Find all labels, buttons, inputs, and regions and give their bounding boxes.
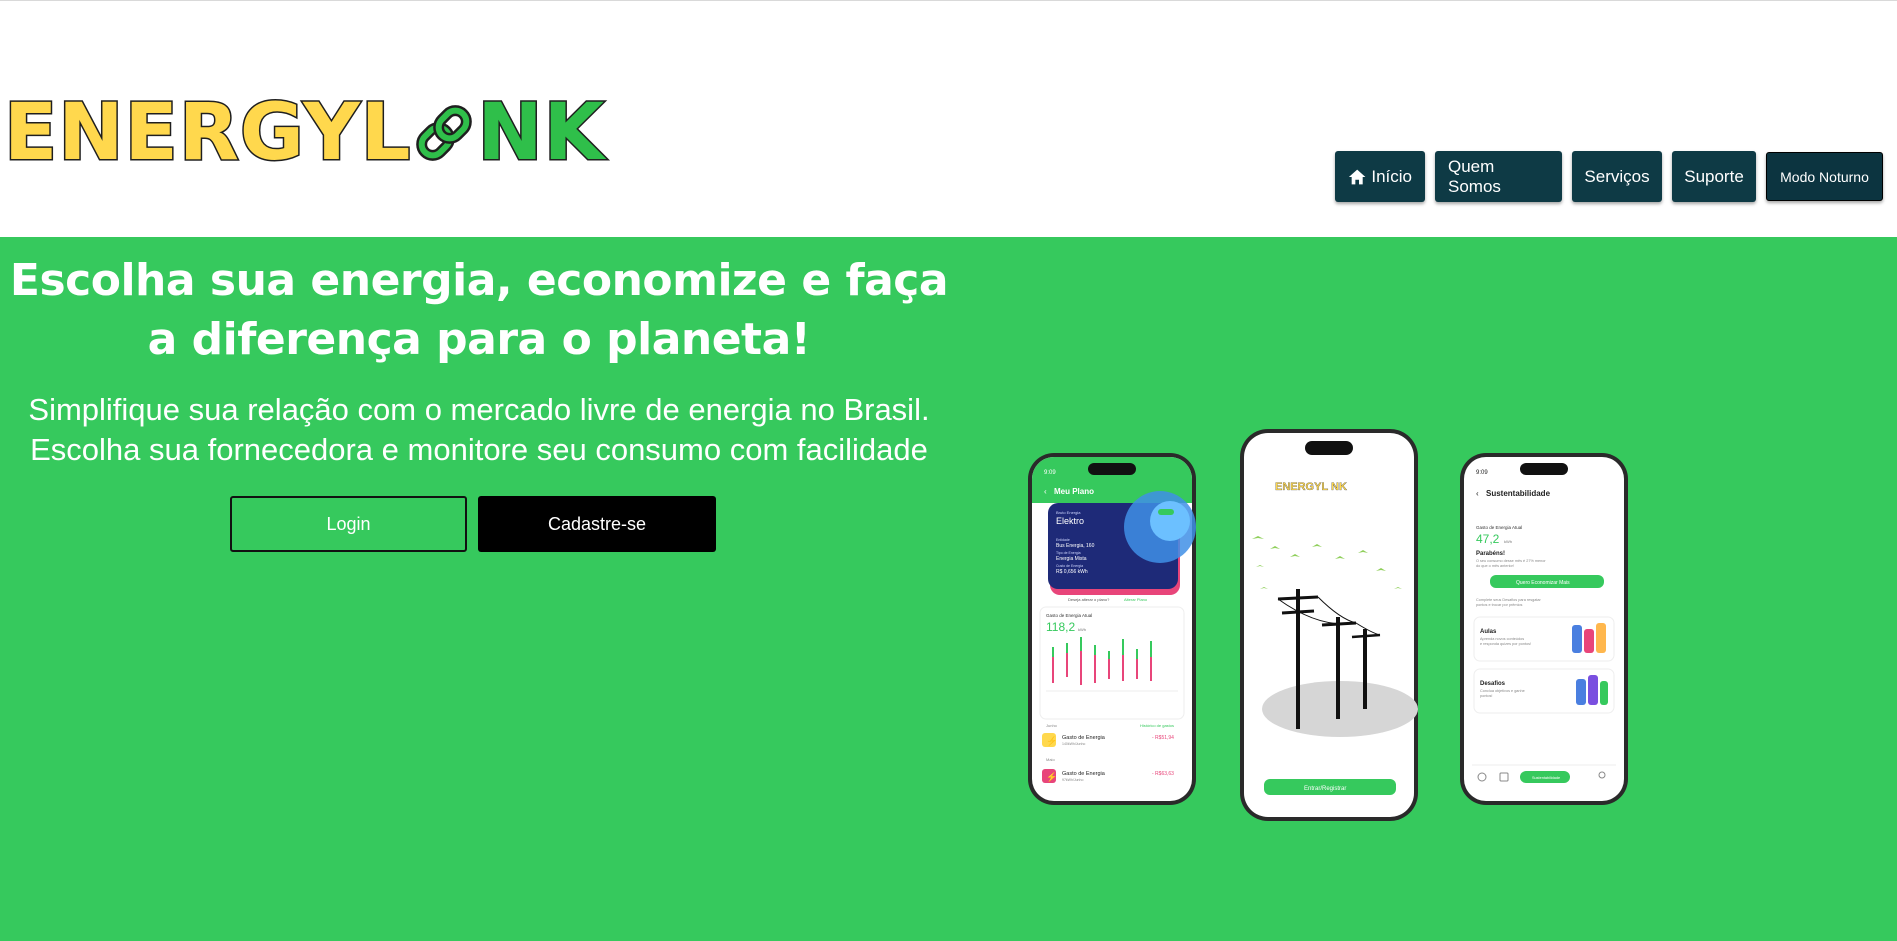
- hero-subtitle-line2: Escolha sua fornecedora e monitore seu c…: [30, 432, 928, 467]
- left-card-l3-label: Custo de Energia: [1056, 564, 1083, 568]
- phone-right: 9:09 ‹ Sustentabilidade Gasto de Energia…: [1460, 453, 1628, 805]
- left-usage-unit: kWh: [1078, 627, 1086, 632]
- logo-text-nk: NK: [476, 88, 606, 178]
- left-header: Meu Plano: [1054, 487, 1094, 496]
- left-card-l2: Energia Mista: [1056, 556, 1087, 562]
- left-change-plan-link[interactable]: Alterar Plano: [1124, 597, 1148, 602]
- left-item1-sub: 140kWh/Junho: [1062, 742, 1085, 746]
- left-history-link[interactable]: Histórico de gastos: [1140, 723, 1174, 728]
- left-card-l2-label: Tipo de Energia: [1056, 551, 1081, 555]
- phone-left: 9:09 ‹ Meu Plano Bruto Energia Elektro E…: [1028, 453, 1196, 805]
- login-button[interactable]: Login: [230, 496, 467, 552]
- dark-mode-button[interactable]: Modo Noturno: [1766, 152, 1883, 201]
- phone-center: ENERGYL NK Entrar/Registrar: [1240, 429, 1418, 821]
- left-item2-title: Gasto de Energia: [1062, 771, 1106, 777]
- nav-suporte-button[interactable]: Suporte: [1672, 151, 1756, 202]
- logo-text-energy: ENERGYL: [2, 88, 412, 178]
- phones-illustration: 9:09 ‹ Meu Plano Bruto Energia Elektro E…: [1028, 429, 1628, 821]
- left-card-label: Bruto Energia: [1056, 510, 1081, 515]
- left-card-l1: Bus Energia, 160: [1056, 543, 1095, 549]
- right-card2-text1: Conclua objetivos e ganhe: [1480, 689, 1525, 693]
- right-congrats: Parabéns!: [1476, 551, 1505, 557]
- right-congrats-text2: do que o mês anterior!: [1476, 564, 1514, 568]
- nav-inicio-button[interactable]: Início: [1335, 151, 1425, 202]
- left-card-l1-label: Entidade: [1056, 538, 1070, 542]
- right-cta-button[interactable]: Quero Economizar Mais: [1516, 580, 1570, 586]
- left-history-month2: Maio: [1046, 757, 1055, 762]
- energylink-logo[interactable]: ENERGYL NK: [2, 88, 606, 178]
- right-card1-text2: e responda quizes por pontos!: [1480, 642, 1531, 646]
- right-usage-label: Gasto de Energia Atual: [1476, 525, 1522, 530]
- right-usage-unit: kWh: [1504, 539, 1512, 544]
- left-card-l3: R$ 0,656 kWh: [1056, 569, 1088, 575]
- app-mockup-phones: 9:09 ‹ Meu Plano Bruto Energia Elektro E…: [1020, 429, 1660, 829]
- left-bolt-icon-2: ⚡: [1046, 771, 1057, 783]
- right-challenge-text2: pontos e trocar por prêmios: [1476, 603, 1523, 607]
- right-header: Sustentabilidade: [1486, 489, 1551, 498]
- center-enter-button[interactable]: Entrar/Registrar: [1304, 786, 1346, 792]
- left-item2-sub: 97kWh/Junho: [1062, 778, 1083, 782]
- hero-title: Escolha sua energia, economize e faça a …: [9, 255, 949, 365]
- site-header: ENERGYL NK Início Quem Somos Serviços Su…: [0, 1, 1897, 237]
- hero-section: Escolha sua energia, economize e faça a …: [0, 237, 1897, 941]
- right-card1-text1: Aprenda novos conteúdos: [1480, 637, 1524, 641]
- right-tab-sustentabilidade[interactable]: Sustentabilidade: [1532, 776, 1560, 780]
- left-card-company: Elektro: [1056, 516, 1084, 526]
- signup-label: Cadastre-se: [547, 513, 647, 534]
- signup-button[interactable]: Cadastre-se: [478, 496, 716, 552]
- right-usage-value: 47,2: [1476, 532, 1500, 546]
- chain-link-icon: [416, 105, 473, 161]
- nav-quem-somos-label: Quem Somos: [1448, 156, 1501, 196]
- right-card1-title: Aulas: [1480, 629, 1497, 635]
- right-card2-text2: pontos!: [1480, 694, 1492, 698]
- left-item2-value: - R$63,63: [1152, 771, 1174, 777]
- nav-servicos-label: Serviços: [1584, 166, 1650, 186]
- left-time: 9:09: [1044, 470, 1056, 476]
- home-icon: [1348, 169, 1366, 184]
- main-nav: Início Quem Somos Serviços Suporte Modo …: [1335, 151, 1883, 202]
- left-bolt-icon-1: ⚡: [1046, 735, 1057, 747]
- left-back-icon: ‹: [1044, 487, 1047, 496]
- nav-quem-somos-button[interactable]: Quem Somos: [1435, 151, 1562, 202]
- dark-mode-label: Modo Noturno: [1780, 168, 1869, 185]
- left-usage-value: 118,2: [1046, 620, 1075, 634]
- left-change-plan: Deseja alterar o plano?: [1068, 597, 1110, 602]
- right-time: 9:09: [1476, 470, 1488, 476]
- nav-suporte-label: Suporte: [1684, 166, 1744, 186]
- center-logo: ENERGYL NK: [1275, 481, 1347, 493]
- hero-subtitle-line1: Simplifique sua relação com o mercado li…: [28, 392, 930, 427]
- hero-subtitle: Simplifique sua relação com o mercado li…: [0, 390, 958, 470]
- login-label: Login: [326, 513, 371, 534]
- left-item1-title: Gasto de Energia: [1062, 735, 1106, 741]
- right-back-icon: ‹: [1476, 489, 1479, 498]
- left-item1-value: - R$51,94: [1152, 735, 1174, 741]
- left-usage-label: Gasto de Energia Atual: [1046, 613, 1092, 618]
- right-congrats-text1: O seu consumo desse mês é 27% menor: [1476, 559, 1546, 563]
- right-card2-title: Desafios: [1480, 681, 1506, 687]
- left-history-month1: Junho: [1046, 723, 1058, 728]
- right-challenge-text1: Complete seus Desafios para resgatar: [1476, 598, 1542, 602]
- nav-inicio-label: Início: [1371, 166, 1412, 186]
- nav-servicos-button[interactable]: Serviços: [1572, 151, 1662, 202]
